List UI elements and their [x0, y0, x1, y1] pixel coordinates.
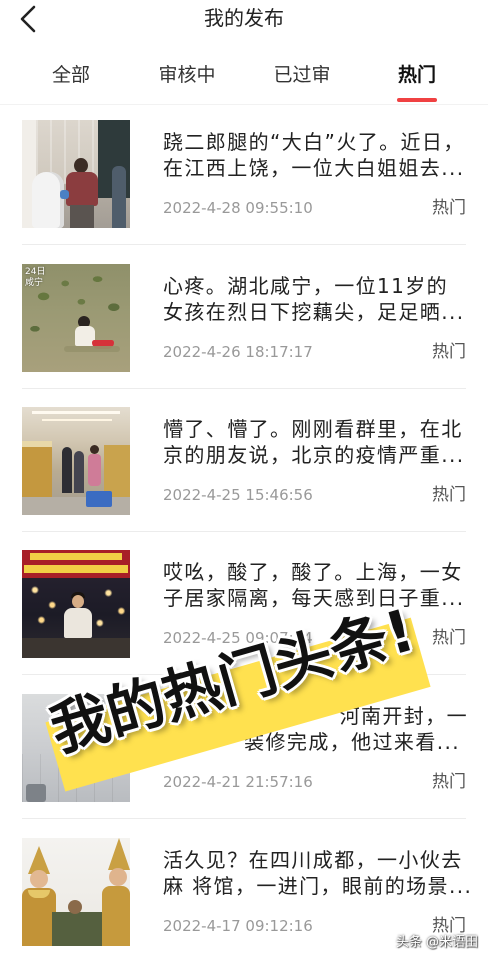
thumb-person-body [64, 608, 92, 638]
post-title-line: 女孩在烈日下挖藕尖，足足晒... [163, 300, 465, 324]
thumb-ceiling-light [32, 411, 120, 414]
thumb-dark-object [26, 784, 46, 802]
watermark: 头条 @米语田 [395, 935, 478, 950]
tab-hot[interactable]: 热门 [362, 63, 472, 87]
thumb-caption: 24日 [25, 267, 46, 277]
post-title-line: 懵了、懵了。刚刚看群里，在北 [163, 417, 463, 441]
thumb-center-table [52, 912, 104, 946]
thumb-right-counter [104, 445, 130, 497]
post-status-tag: 热门 [432, 772, 466, 792]
post-item[interactable]: 懵了、懵了。刚刚看群里，在北 京的朋友说，北京的疫情严重... 2022-4-2… [0, 391, 488, 532]
post-timestamp: 2022-4-26 18:17:17 [163, 343, 313, 361]
post-title-line: 心疼。湖北咸宁，一位11岁的 [163, 274, 449, 298]
thumb-person-legs [70, 205, 94, 228]
thumb-right-face [109, 868, 127, 886]
post-timestamp: 2022-4-25 15:46:56 [163, 486, 313, 504]
post-timestamp: 2022-4-28 09:55:10 [163, 199, 313, 217]
tab-all[interactable]: 全部 [16, 63, 126, 87]
thumb-floor [22, 497, 130, 515]
thumb-subtitle-stripe [30, 553, 122, 560]
thumb-blue-glove [60, 190, 69, 199]
post-status-tag: 热门 [432, 342, 466, 362]
thumb-shopper [62, 447, 72, 493]
active-tab-indicator [397, 98, 437, 102]
item-divider [22, 818, 466, 819]
thumb-shopper-pink [88, 454, 101, 486]
post-status-tag: 热门 [432, 485, 466, 505]
thumb-shopper [74, 451, 84, 493]
thumb-person-head [74, 158, 88, 173]
post-title-line: 跷二郎腿的“大白”火了。近日， [163, 130, 465, 154]
thumb-shopping-cart [86, 491, 112, 507]
thumb-caption: 咸宁 [25, 278, 44, 288]
post-status-tag: 热门 [432, 198, 466, 218]
post-title-line: 麻 将馆，一进门，眼前的场景... [163, 874, 473, 898]
thumb-left-counter [22, 441, 52, 497]
thumb-person-right [112, 166, 126, 228]
thumb-shopper-head [90, 445, 99, 454]
post-status-tag: 热门 [432, 916, 466, 936]
post-thumbnail [22, 838, 130, 946]
thumb-right-costume [102, 886, 130, 946]
thumb-subtitle-stripe [24, 565, 128, 573]
thumb-counter-glass [22, 441, 52, 447]
post-timestamp: 2022-4-21 21:57:16 [163, 773, 313, 791]
tab-approved[interactable]: 已过审 [247, 63, 357, 87]
post-title-line: 活久见？在四川成都，一小伙去 [163, 848, 463, 872]
page-title: 我的发布 [204, 6, 284, 30]
post-timestamp: 2022-4-17 09:12:16 [163, 917, 313, 935]
post-status-tag: 热门 [432, 628, 466, 648]
tab-under-review[interactable]: 审核中 [132, 63, 242, 87]
post-title-line: 京的朋友说，北京的疫情严重... [163, 443, 465, 467]
post-thumbnail [22, 550, 130, 658]
item-divider [22, 244, 466, 245]
thumb-protective-suit-figure [32, 172, 64, 228]
thumb-water-ripple [64, 346, 120, 352]
thumb-ceiling-light [42, 419, 112, 421]
thumb-person-shirt [66, 172, 98, 206]
my-posts-screen: 我的发布 全部 审核中 已过审 热门 跷二郎腿的“大白”火了。近日， 在江西上饶… [0, 0, 488, 960]
post-title-line: 哎吆，酸了，酸了。上海，一女 [163, 560, 463, 584]
item-divider [22, 388, 466, 389]
item-divider [22, 531, 466, 532]
post-thumbnail: 24日 咸宁 [22, 264, 130, 372]
thumb-counter [22, 638, 130, 658]
post-item[interactable]: 跷二郎腿的“大白”火了。近日， 在江西上饶，一位大白姐姐去... 2022-4-… [0, 104, 488, 245]
post-thumbnail [22, 407, 130, 515]
post-thumbnail [22, 120, 130, 228]
post-item[interactable]: 24日 咸宁 心疼。湖北咸宁，一位11岁的 女孩在烈日下挖藕尖，足足晒... 2… [0, 248, 488, 389]
thumb-left-face [30, 870, 48, 888]
post-title-line: 在江西上饶，一位大白姐姐去... [163, 156, 465, 180]
thumb-center-figure [68, 900, 82, 914]
thumb-person-head [72, 595, 84, 608]
thumb-right-headdress [108, 838, 130, 870]
